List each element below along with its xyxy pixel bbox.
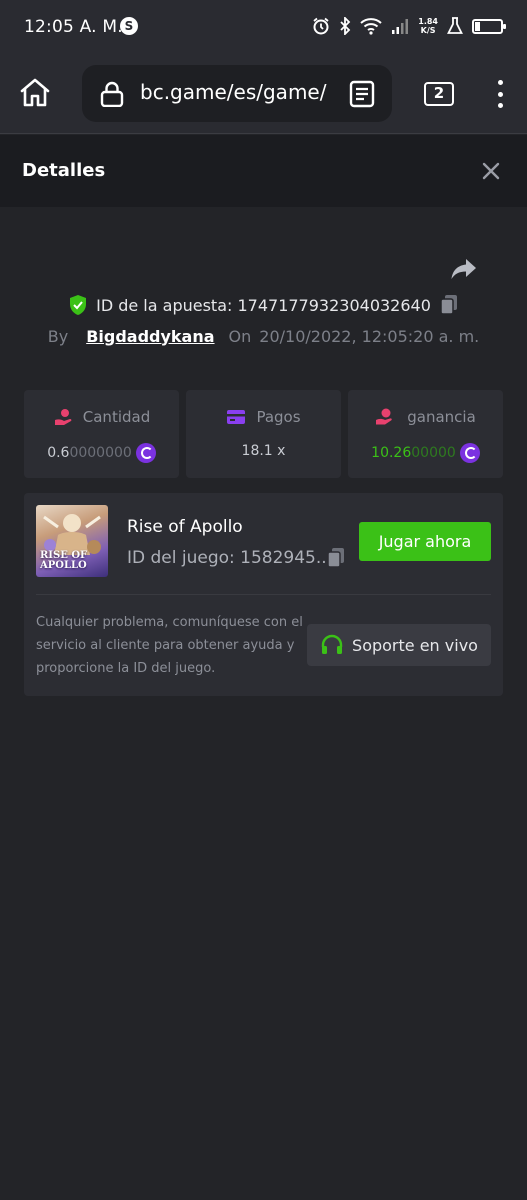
amount-value: 0.6 (47, 445, 70, 461)
thumb-text-line-2: APOLLO (40, 560, 87, 571)
bluetooth-icon (340, 17, 351, 35)
app-notification-icon: S (120, 17, 138, 35)
close-icon[interactable] (480, 160, 502, 182)
game-id: ID del juego: 1582945... (127, 548, 333, 568)
on-label: On (228, 326, 252, 346)
lock-icon[interactable] (99, 81, 125, 107)
game-thumbnail[interactable]: RISE OF APOLLO (36, 505, 108, 577)
amount-label: Cantidad (82, 408, 151, 426)
bet-datetime: 20/10/2022, 12:05:20 a. m. (259, 326, 480, 346)
profit-label: ganancia (407, 408, 476, 426)
headset-icon (321, 634, 343, 654)
bet-id: ID de la apuesta: 1747177932304032640 (96, 295, 431, 315)
live-support-label[interactable]: Soporte en vivo (352, 636, 478, 655)
network-speed-value: 1.84 (418, 17, 438, 26)
divider (36, 594, 491, 595)
live-support-button[interactable]: Soporte en vivo (307, 624, 491, 666)
amount-value-tail: 0000000 (69, 445, 132, 461)
copy-game-id-icon[interactable] (326, 547, 346, 569)
bet-amount-icon (54, 409, 72, 425)
game-card: RISE OF APOLLO Rise of Apollo ID del jue… (24, 493, 503, 696)
bet-meta-row: By Bigdaddykana On 20/10/2022, 12:05:20 … (0, 324, 527, 348)
tabs-button[interactable]: 2 (424, 82, 454, 106)
payout-label: Pagos (256, 408, 301, 426)
help-text: Cualquier problema, comuníquese con el s… (36, 615, 303, 676)
bcd-coin-icon (135, 443, 156, 463)
page-title: Detalles (22, 160, 106, 181)
network-speed-unit: K/S (420, 26, 436, 35)
overflow-menu-icon[interactable] (490, 78, 510, 110)
amount-card: Cantidad 0.6 0000000 (24, 390, 179, 478)
share-icon[interactable] (450, 256, 478, 282)
profit-value: 10.26 (371, 445, 412, 461)
username-link[interactable]: Bigdaddykana (86, 327, 214, 346)
wifi-icon (360, 18, 382, 35)
verified-shield-icon (70, 295, 87, 315)
play-now-button[interactable]: Jugar ahora (359, 522, 491, 561)
payout-card: Pagos 18.1 x (186, 390, 341, 478)
game-thumbnail-title: RISE OF APOLLO (40, 551, 87, 571)
signal-icon (392, 19, 409, 34)
details-header: Detalles (0, 135, 527, 207)
bcd-coin-icon (459, 443, 480, 463)
home-icon[interactable] (18, 76, 52, 110)
battery-icon (472, 18, 506, 34)
payout-value: 18.1 x (241, 443, 286, 459)
status-icons: 1.84 K/S (312, 14, 506, 38)
profit-icon (376, 408, 392, 425)
bet-id-row: ID de la apuesta: 1747177932304032640 (0, 292, 527, 318)
status-time: 12:05 A. M. (24, 17, 123, 37)
game-name[interactable]: Rise of Apollo (127, 517, 243, 537)
status-bar: 12:05 A. M. S 1.84 K/S (0, 0, 527, 54)
alarm-icon (313, 17, 329, 35)
by-label: By (47, 326, 69, 346)
profit-card: ganancia 10.26 00000 (348, 390, 503, 478)
copy-bet-id-icon[interactable] (439, 294, 459, 316)
flask-icon (447, 17, 463, 34)
payout-card-icon (227, 410, 246, 424)
network-speed: 1.84 K/S (418, 17, 438, 35)
address-bar[interactable]: bc.game/es/game/ (82, 65, 392, 122)
reader-mode-icon[interactable] (349, 80, 375, 108)
browser-toolbar: bc.game/es/game/ 2 (0, 54, 527, 134)
profit-value-tail: 00000 (411, 445, 456, 461)
url-text[interactable]: bc.game/es/game/ (140, 80, 330, 104)
